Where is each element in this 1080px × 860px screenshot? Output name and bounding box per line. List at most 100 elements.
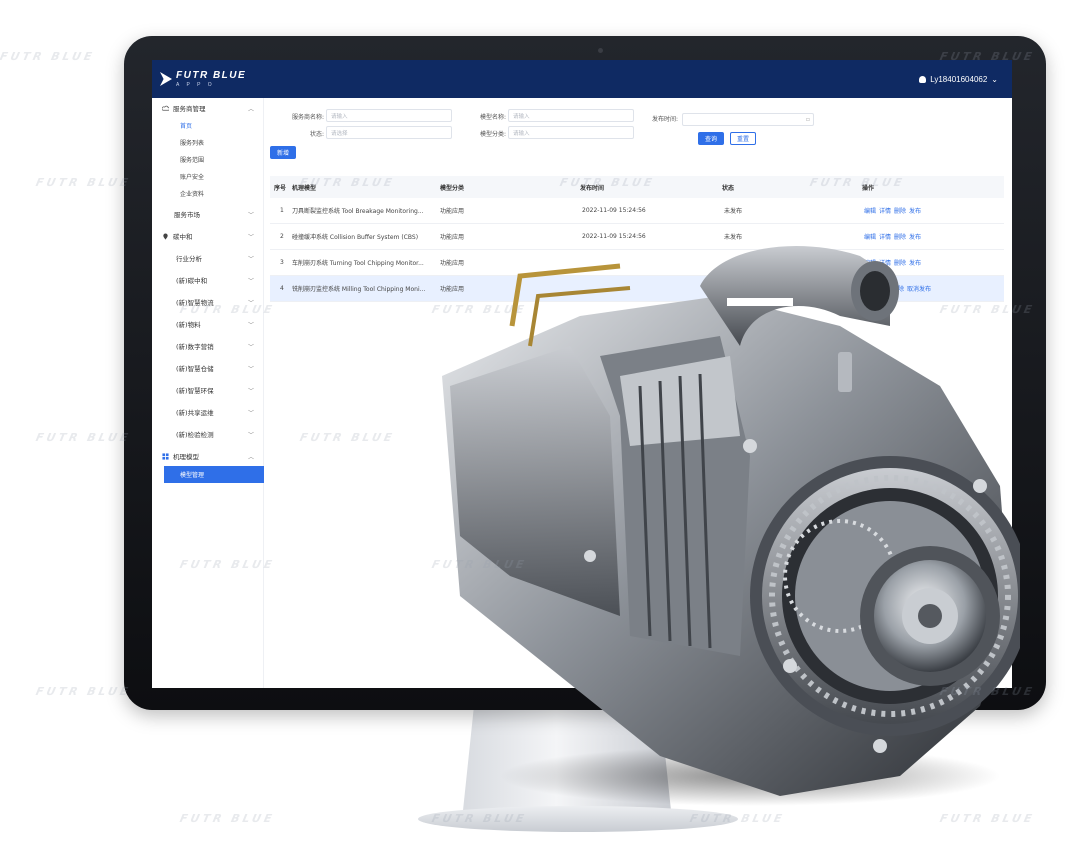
sidebar-item-home[interactable]: 首页 xyxy=(180,118,192,132)
watermark: FUTR BLUE xyxy=(34,431,132,444)
row-model: 刀具断裂监控系统 Tool Breakage Monitoring... xyxy=(292,208,424,215)
watermark: FUTR BLUE xyxy=(34,176,132,189)
service-name-label: 服务商名称: xyxy=(291,114,324,121)
model-name-input[interactable]: 请输入 xyxy=(508,109,634,122)
input-placeholder: 请选择 xyxy=(331,131,348,137)
input-placeholder: 请输入 xyxy=(513,114,530,120)
input-placeholder: 请输入 xyxy=(513,131,530,137)
model-category-label: 模型分类: xyxy=(479,131,506,138)
query-button[interactable]: 查询 xyxy=(698,132,724,145)
detail-link[interactable]: 详情 xyxy=(879,206,891,215)
status-select[interactable]: 请选择 xyxy=(326,126,452,139)
delete-link[interactable]: 删除 xyxy=(894,206,906,215)
sidebar-group-label: 行业分析 xyxy=(176,255,202,263)
reset-button[interactable]: 重置 xyxy=(730,132,756,145)
sidebar-group-warehouse[interactable]: (新)智慧仓储 ﹀ xyxy=(152,360,264,376)
grid-icon xyxy=(162,452,169,460)
status-label: 状态: xyxy=(309,131,324,138)
sidebar-group-label: (新)智慧环保 xyxy=(176,387,214,395)
sidebar-group-marketing[interactable]: (新)数字营销 ﹀ xyxy=(152,338,264,354)
sidebar-group-market[interactable]: 服务市场 ﹀ xyxy=(152,206,264,222)
header-index: 序号 xyxy=(274,184,287,192)
chevron-down-icon: ﹀ xyxy=(247,431,254,439)
sidebar-group-materials[interactable]: (新)物料 ﹀ xyxy=(152,316,264,332)
chevron-down-icon: ⌄ xyxy=(991,74,998,84)
header-model: 机理模型 xyxy=(292,184,317,192)
sidebar-group-provider[interactable]: 服务商管理 ︿ xyxy=(152,100,264,116)
sidebar-item-model-management[interactable]: 模型管理 xyxy=(164,466,264,483)
sidebar-item-label: 模型管理 xyxy=(180,472,205,479)
publish-link[interactable]: 发布 xyxy=(909,206,921,215)
user-icon xyxy=(919,75,927,83)
camera-dot xyxy=(598,48,603,53)
brand-name: FUTR BLUE xyxy=(176,70,247,81)
calendar-icon: ▫ xyxy=(805,116,810,123)
sidebar-group-label: 服务市场 xyxy=(174,211,200,219)
sidebar-group-new-carbon[interactable]: (新)碳中和 ﹀ xyxy=(152,272,264,288)
chevron-down-icon: ﹀ xyxy=(247,255,254,263)
chevron-down-icon: ﹀ xyxy=(247,233,254,241)
chevron-down-icon: ﹀ xyxy=(247,211,254,219)
table-row[interactable]: 1 刀具断裂监控系统 Tool Breakage Monitoring... 功… xyxy=(270,198,1004,224)
watermark: FUTR BLUE xyxy=(34,685,132,698)
sidebar-item-label: 服务范围 xyxy=(180,156,205,164)
user-menu[interactable]: Ly18401604062 ⌄ xyxy=(919,75,998,84)
brand-sub: A P P O xyxy=(176,82,215,88)
chevron-up-icon: ︿ xyxy=(247,453,254,461)
chevron-down-icon: ﹀ xyxy=(247,321,254,329)
logo-mark-icon xyxy=(160,72,172,86)
row-actions: 编辑 详情 删除 发布 xyxy=(864,198,921,223)
add-button[interactable]: 新增 xyxy=(270,146,296,159)
sidebar-group-mechanism-model[interactable]: 机理模型 ︿ xyxy=(152,448,264,464)
sidebar-group-label: (新)物料 xyxy=(176,321,201,329)
row-index: 4 xyxy=(280,285,284,292)
sidebar-item-label: 服务列表 xyxy=(180,139,205,147)
sidebar-group-industry[interactable]: 行业分析 ﹀ xyxy=(152,250,264,266)
sidebar-item-label: 账户安全 xyxy=(180,173,205,181)
location-pin-icon xyxy=(163,232,168,240)
watermark: FUTR BLUE xyxy=(0,50,96,63)
service-name-input[interactable]: 请输入 xyxy=(326,109,452,122)
row-status: 未发布 xyxy=(724,208,743,215)
sidebar-item-service-scope[interactable]: 服务范围 xyxy=(180,152,204,166)
sidebar: 服务商管理 ︿ 首页 服务列表 服务范围 账户安全 企业资料 服务市场 ﹀ 碳中… xyxy=(152,98,264,688)
header-ops: 操作 xyxy=(862,184,875,192)
sidebar-item-account-security[interactable]: 账户安全 xyxy=(180,169,204,183)
sidebar-group-label: 碳中和 xyxy=(173,233,193,241)
sidebar-group-ops[interactable]: (新)共享运维 ﹀ xyxy=(152,404,264,420)
publish-time-picker[interactable]: ▫ xyxy=(682,113,814,126)
sidebar-group-environment[interactable]: (新)智慧环保 ﹀ xyxy=(152,382,264,398)
sidebar-group-label: 服务商管理 xyxy=(173,105,206,113)
model-category-input[interactable]: 请输入 xyxy=(508,126,634,139)
row-model: 铣削崩刃监控系统 Milling Tool Chipping Moni... xyxy=(292,286,426,293)
sidebar-group-label: (新)智慧物流 xyxy=(176,299,214,307)
sidebar-group-logistics[interactable]: (新)智慧物流 ﹀ xyxy=(152,294,264,310)
sidebar-group-inspection[interactable]: (新)检验检测 ﹀ xyxy=(152,426,264,442)
cloud-icon xyxy=(162,105,169,111)
user-name: Ly18401604062 xyxy=(930,74,988,84)
row-index: 2 xyxy=(280,233,284,240)
sidebar-group-label: (新)智慧仓储 xyxy=(176,365,214,373)
chevron-down-icon: ﹀ xyxy=(247,299,254,307)
sidebar-group-carbon[interactable]: 碳中和 ﹀ xyxy=(152,228,264,244)
sidebar-group-label: 机理模型 xyxy=(173,453,199,461)
sidebar-item-service-list[interactable]: 服务列表 xyxy=(180,135,204,149)
row-category: 功能应用 xyxy=(440,208,465,215)
top-navbar: FUTR BLUE A P P O Ly18401604062 ⌄ xyxy=(152,60,1012,98)
sidebar-item-company-info[interactable]: 企业资料 xyxy=(180,186,204,200)
row-time: 2022-11-09 15:24:56 xyxy=(582,207,646,214)
table-header: 序号 机理模型 模型分类 发布时间 状态 操作 xyxy=(270,176,1004,198)
publish-time-label: 发布时间: xyxy=(651,116,678,123)
sidebar-group-label: (新)检验检测 xyxy=(176,431,214,439)
row-index: 1 xyxy=(280,207,284,214)
header-category: 模型分类 xyxy=(440,184,465,192)
row-model: 碰撞缓冲系统 Collision Buffer System (CBS) xyxy=(292,234,419,241)
brand-logo[interactable]: FUTR BLUE A P P O xyxy=(160,70,246,88)
input-placeholder: 请输入 xyxy=(331,114,348,120)
model-name-label: 模型名称: xyxy=(479,114,506,121)
edit-link[interactable]: 编辑 xyxy=(864,206,876,215)
engine-render-image xyxy=(442,246,1020,806)
sidebar-item-label: 首页 xyxy=(180,122,193,130)
photo-stage: FUTR BLUE A P P O Ly18401604062 ⌄ 服务商管理 … xyxy=(0,0,1080,860)
chevron-down-icon: ﹀ xyxy=(247,409,254,417)
